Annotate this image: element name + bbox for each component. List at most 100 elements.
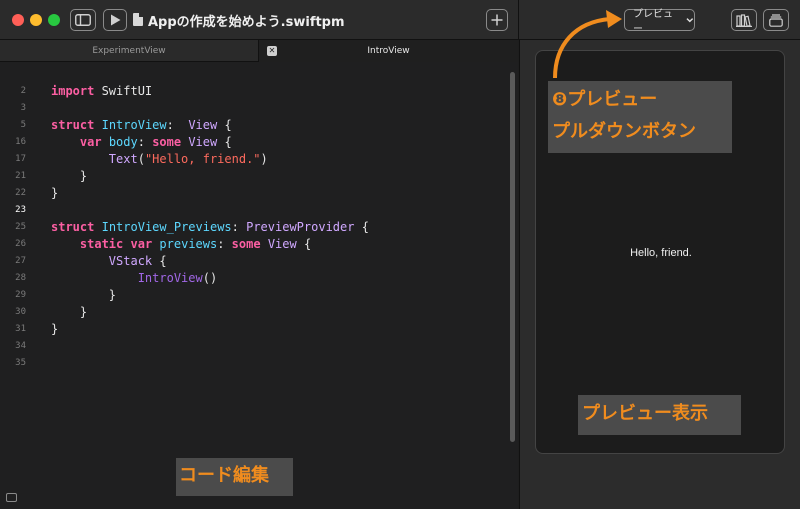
play-icon [110,14,120,26]
run-button[interactable] [103,9,127,31]
annotation-text: コード編集 [179,465,269,486]
code-text: } [79,169,88,183]
plus-icon [491,14,503,26]
code-text: { [217,118,232,132]
code-text: () [202,271,218,285]
code-type: View [267,237,297,251]
code-identifier: IntroView [101,118,167,132]
code-keyword: struct [51,118,95,132]
window-layout-button[interactable] [763,9,789,31]
code-text: } [108,288,117,302]
code-type: View [188,135,218,149]
code-line: } [51,322,58,336]
line-number: 35 [15,358,26,368]
code-type: Text [108,152,138,166]
project-title: Appの作成を始めよう.swiftpm [148,15,345,30]
code-keyword: import [51,84,95,98]
add-button[interactable] [486,9,508,31]
code-editor[interactable]: 2 3 5 16 17 21 22 23 25 26 27 28 29 30 3… [0,62,518,509]
code-line: } [51,186,58,200]
code-line: } [51,288,116,302]
line-number: 27 [15,256,26,266]
code-line: VStack { [51,254,167,268]
line-number-current: 23 [15,205,26,215]
code-keyword: var [79,135,102,149]
preview-dropdown[interactable]: プレビュー [624,9,695,35]
line-number: 22 [15,188,26,198]
code-line: } [51,305,87,319]
code-text: ( [137,152,145,166]
code-line: IntroView() [51,271,217,285]
tab-introview[interactable]: ✕ IntroView [259,40,518,62]
line-number: 3 [20,103,26,113]
line-number: 5 [20,120,26,130]
code-string: "Hello, friend." [144,152,261,166]
preview-hello-text: Hello, friend. [630,247,692,259]
window-layout-icon [769,13,783,27]
window-toolbar: Appの作成を始めよう.swiftpm プレビュー [0,0,800,40]
sidebar-toggle-icon [75,14,91,26]
code-type: VStack [108,254,153,268]
code-text: : [166,118,189,132]
editor-scrollbar[interactable] [510,72,515,442]
code-line: } [51,169,87,183]
code-text: : [231,220,247,234]
comment-icon[interactable] [6,493,17,502]
tab-label: ExperimentView [92,46,166,56]
line-number: 31 [15,324,26,334]
tab-experimentview[interactable]: ExperimentView [0,40,259,62]
code-line: struct IntroView_Previews: PreviewProvid… [51,220,369,234]
code-line: struct IntroView: View { [51,118,232,132]
code-keyword: var [130,237,153,251]
code-keyword: static [79,237,124,251]
toolbar-divider [518,0,519,40]
code-keyword: some [231,237,261,251]
code-text: } [51,186,59,200]
line-number: 2 [20,86,26,96]
close-icon[interactable]: ✕ [267,46,277,56]
code-identifier: body [108,135,138,149]
annotation-text: プルダウンボタン [552,121,696,142]
code-keyword: some [152,135,182,149]
code-text: } [79,305,88,319]
tab-label: IntroView [367,46,410,56]
zoom-window-button[interactable] [48,14,60,26]
line-number: 28 [15,273,26,283]
code-type: View [188,118,218,132]
code-text: : [137,135,153,149]
code-line: var body: some View { [51,135,232,149]
line-number: 34 [15,341,26,351]
minimize-window-button[interactable] [30,14,42,26]
annotation-preview-display: プレビュー表示 [578,395,741,435]
library-button[interactable] [731,9,757,31]
code-text: { [217,135,232,149]
line-number: 26 [15,239,26,249]
sidebar-toggle-button[interactable] [70,9,96,31]
document-icon [133,13,143,26]
code-type: IntroView [137,271,203,285]
code-line: import SwiftUI [51,84,152,98]
line-number: 21 [15,171,26,181]
line-number: 30 [15,307,26,317]
code-type: PreviewProvider [246,220,355,234]
close-window-button[interactable] [12,14,24,26]
chevron-down-icon [686,18,694,23]
annotation-code-edit: コード編集 [176,458,293,496]
code-text: } [51,322,59,336]
code-identifier: IntroView_Previews [101,220,232,234]
code-text: : [217,237,232,251]
code-line: Text("Hello, friend.") [51,152,268,166]
annotation-preview-dropdown: ❽プレビュー プルダウンボタン [548,81,732,153]
code-text: { [152,254,167,268]
annotation-text: プレビュー表示 [582,403,708,424]
library-icon [736,13,752,27]
code-keyword: struct [51,220,95,234]
line-number: 25 [15,222,26,232]
preview-dropdown-label: プレビュー [633,9,673,35]
code-text: { [296,237,312,251]
line-number: 16 [15,137,26,147]
annotation-text: ❽プレビュー [552,89,658,110]
editor-tab-bar: ExperimentView ✕ IntroView [0,40,518,62]
line-number: 29 [15,290,26,300]
line-number: 17 [15,154,26,164]
